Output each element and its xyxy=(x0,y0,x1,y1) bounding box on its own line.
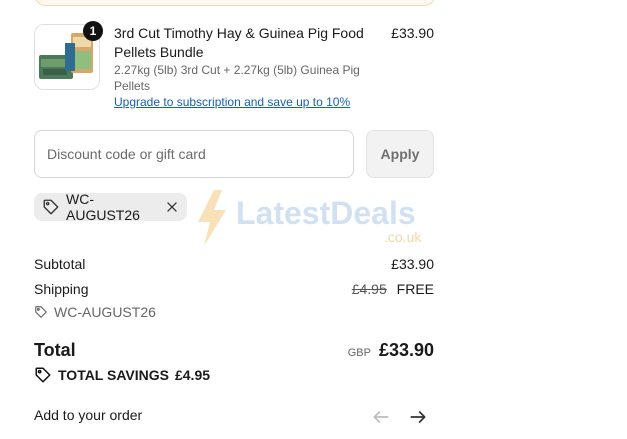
shipping-row: Shipping £4.95 FREE xyxy=(34,281,434,297)
arrow-right-icon[interactable] xyxy=(407,406,429,428)
subtotal-value: £33.90 xyxy=(391,256,434,272)
total-label: Total xyxy=(34,340,76,360)
upgrade-subscription-link[interactable]: Upgrade to subscription and save up to 1… xyxy=(114,95,350,109)
tag-icon xyxy=(42,198,60,216)
applied-discount-chip: WC-AUGUST26 xyxy=(34,191,187,223)
watermark-brand: LatestDeals xyxy=(236,195,416,231)
total-value-group: GBP £33.90 xyxy=(348,340,434,361)
savings-label: TOTAL SAVINGS xyxy=(58,367,169,383)
product-name: 3rd Cut Timothy Hay & Guinea Pig Food Pe… xyxy=(114,25,364,60)
watermark-domain: .co.uk xyxy=(384,229,422,245)
savings-value: £4.95 xyxy=(174,367,211,383)
total-row: Total GBP £33.90 xyxy=(34,340,434,361)
product-variant: 2.27kg (5lb) 3rd Cut + 2.27kg (5lb) Guin… xyxy=(114,63,360,93)
apply-button[interactable]: Apply xyxy=(366,130,434,178)
discount-code-input[interactable] xyxy=(34,130,354,178)
shipping-discount-code: WC-AUGUST26 xyxy=(34,304,156,320)
shipping-discount-row: WC-AUGUST26 xyxy=(34,304,434,320)
total-savings: TOTAL SAVINGS £4.95 xyxy=(34,366,210,384)
shipping-value: FREE xyxy=(396,281,434,297)
applied-code-text: WC-AUGUST26 xyxy=(66,191,140,223)
currency-code: GBP xyxy=(347,347,371,359)
previous-section-edge xyxy=(34,0,436,6)
shipping-label: Shipping xyxy=(34,281,89,297)
shipping-original-price: £4.95 xyxy=(351,281,387,297)
shipping-code-text: WC-AUGUST26 xyxy=(54,304,156,320)
total-value: £33.90 xyxy=(378,340,434,360)
arrow-left-icon[interactable] xyxy=(370,406,392,428)
shipping-price: £4.95 FREE xyxy=(352,281,434,297)
add-to-order-heading: Add to your order xyxy=(34,407,143,423)
latestdeals-watermark: LatestDeals .co.uk xyxy=(198,190,422,246)
product-price: £33.90 xyxy=(391,25,434,41)
subtotal-label: Subtotal xyxy=(34,256,86,272)
tag-icon xyxy=(34,305,48,319)
quantity-badge: 1 xyxy=(83,21,103,41)
subtotal-row: Subtotal £33.90 xyxy=(34,256,434,272)
tag-icon xyxy=(34,366,52,384)
close-icon[interactable] xyxy=(165,200,179,214)
